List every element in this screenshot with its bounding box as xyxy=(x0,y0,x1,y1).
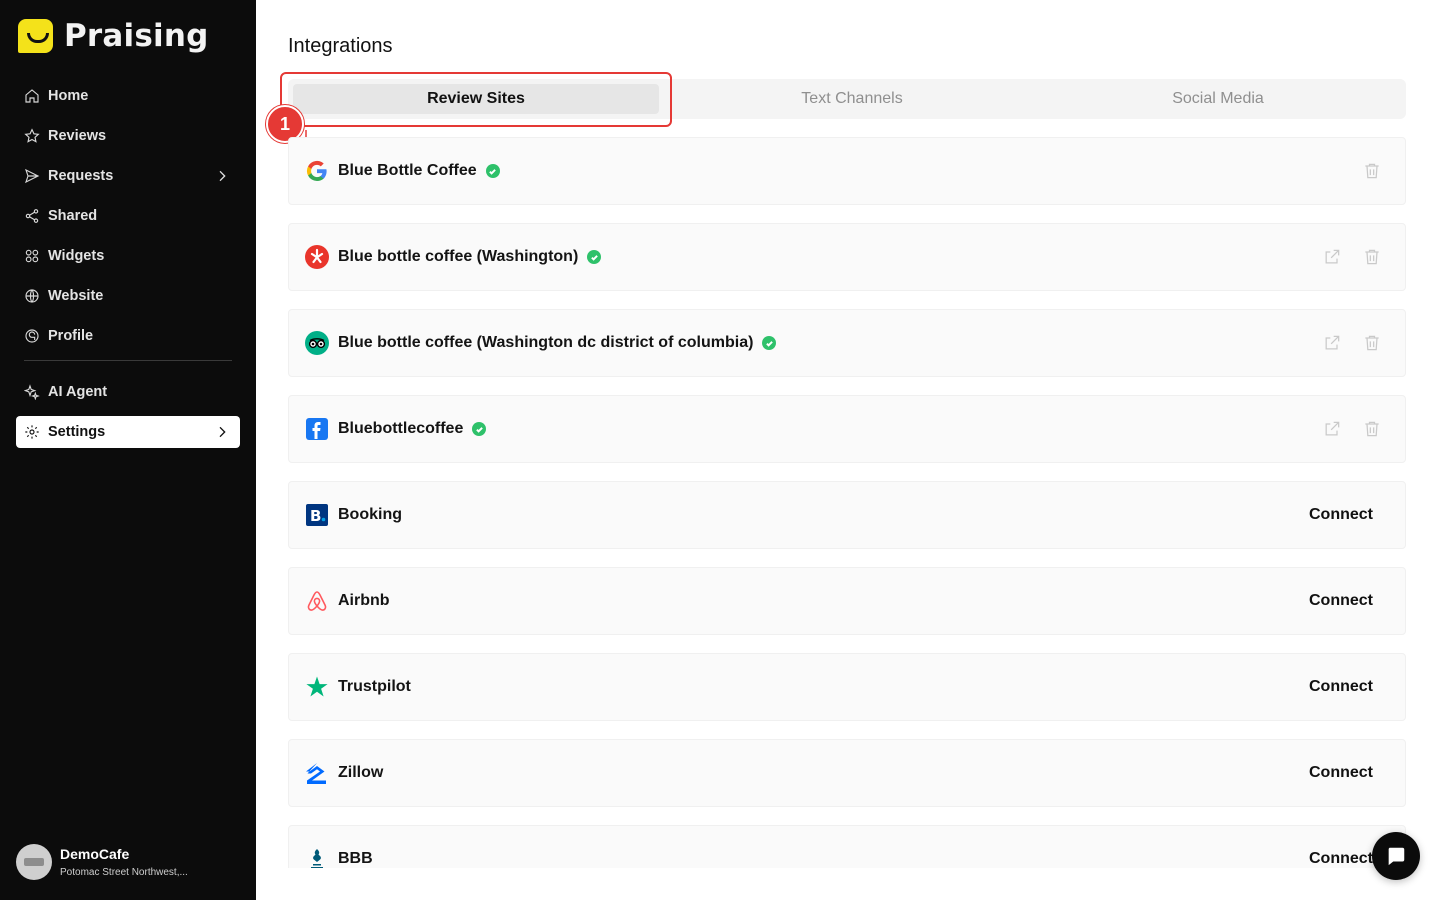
bbb-icon xyxy=(305,847,329,868)
chevron-right-icon xyxy=(214,168,230,184)
integration-name: Airbnb xyxy=(338,592,390,609)
chat-icon xyxy=(1388,847,1405,866)
sparkle-icon xyxy=(24,384,40,400)
account-name: DemoCafe xyxy=(60,846,130,862)
tripadvisor-icon xyxy=(305,331,329,355)
brand-name: Praising xyxy=(64,18,209,54)
account-switcher[interactable]: DemoCafe Potomac Street Northwest,... xyxy=(16,844,240,880)
chat-widget-button[interactable] xyxy=(1372,832,1420,880)
integration-row-bbb: BBB Connect xyxy=(288,825,1406,868)
nav-divider xyxy=(24,360,232,361)
integration-name: Bluebottlecoffee xyxy=(338,420,464,437)
sidebar-item-home[interactable]: Home xyxy=(16,80,240,112)
integration-name: Zillow xyxy=(338,764,384,781)
integration-row-zillow: Zillow Connect xyxy=(288,739,1406,807)
delete-icon[interactable] xyxy=(1361,418,1383,440)
sidebar-item-label: Home xyxy=(48,88,89,104)
delete-icon[interactable] xyxy=(1361,332,1383,354)
gear-icon xyxy=(24,424,40,440)
integration-row-trustpilot: Trustpilot Connect xyxy=(288,653,1406,721)
connect-button-airbnb[interactable]: Connect xyxy=(1309,592,1373,610)
google-icon xyxy=(305,159,329,183)
booking-icon: B xyxy=(305,503,329,527)
integration-name: Blue bottle coffee (Washington) xyxy=(338,248,579,265)
verified-check-icon xyxy=(587,250,602,264)
integration-row-facebook: Bluebottlecoffee xyxy=(288,395,1406,463)
verified-check-icon xyxy=(472,422,487,436)
zillow-icon xyxy=(305,761,329,785)
sidebar: Praising Home Reviews Requests Shared Wi… xyxy=(0,0,256,900)
globe-icon xyxy=(24,288,40,304)
facebook-icon xyxy=(305,417,329,441)
brand[interactable]: Praising xyxy=(18,18,209,54)
trustpilot-icon xyxy=(305,675,329,699)
sidebar-item-label: Reviews xyxy=(48,128,107,144)
avatar xyxy=(16,844,52,880)
connect-button-booking[interactable]: Connect xyxy=(1309,506,1373,524)
share-icon xyxy=(24,208,40,224)
integration-list: Blue Bottle Coffee Blue bottle coffee (W… xyxy=(288,137,1406,868)
chevron-right-icon xyxy=(214,424,230,440)
airbnb-icon xyxy=(305,589,329,613)
connect-button-zillow[interactable]: Connect xyxy=(1309,764,1373,782)
integration-name: Blue Bottle Coffee xyxy=(338,162,477,179)
integration-name: Booking xyxy=(338,506,402,523)
star-icon xyxy=(24,128,40,144)
send-icon xyxy=(24,168,40,184)
widgets-icon xyxy=(24,248,40,264)
main-content: Integrations Review Sites Text Channels … xyxy=(256,0,1440,900)
delete-icon[interactable] xyxy=(1361,246,1383,268)
integration-tabs: Review Sites Text Channels Social Media xyxy=(288,79,1406,119)
sidebar-item-label: AI Agent xyxy=(48,384,108,400)
tab-social-media[interactable]: Social Media xyxy=(1035,84,1401,114)
sidebar-item-profile[interactable]: Profile xyxy=(16,320,240,352)
integration-name: BBB xyxy=(338,850,373,867)
sidebar-item-widgets[interactable]: Widgets xyxy=(16,240,240,272)
sidebar-item-requests[interactable]: Requests xyxy=(16,160,240,192)
tab-text-channels[interactable]: Text Channels xyxy=(669,84,1035,114)
account-address: Potomac Street Northwest,... xyxy=(60,867,188,878)
connect-button-trustpilot[interactable]: Connect xyxy=(1309,678,1373,696)
integration-name: Trustpilot xyxy=(338,678,411,695)
sidebar-item-label: Requests xyxy=(48,168,114,184)
delete-icon[interactable] xyxy=(1361,160,1383,182)
sidebar-item-website[interactable]: Website xyxy=(16,280,240,312)
sidebar-item-settings[interactable]: Settings xyxy=(16,416,240,448)
integration-row-airbnb: Airbnb Connect xyxy=(288,567,1406,635)
svg-text:B: B xyxy=(310,507,321,525)
external-link-icon[interactable] xyxy=(1321,246,1343,268)
sidebar-item-label: Widgets xyxy=(48,248,105,264)
yelp-icon xyxy=(305,245,329,269)
external-link-icon[interactable] xyxy=(1321,332,1343,354)
integration-row-tripadvisor: Blue bottle coffee (Washington dc distri… xyxy=(288,309,1406,377)
page-title: Integrations xyxy=(288,35,393,57)
tab-review-sites[interactable]: Review Sites xyxy=(293,84,659,114)
integration-row-yelp: Blue bottle coffee (Washington) xyxy=(288,223,1406,291)
sidebar-item-shared[interactable]: Shared xyxy=(16,200,240,232)
verified-check-icon xyxy=(485,164,500,178)
connect-button-bbb[interactable]: Connect xyxy=(1309,850,1373,868)
sidebar-item-label: Profile xyxy=(48,328,94,344)
profile-icon xyxy=(24,328,40,344)
sidebar-nav: Home Reviews Requests Shared Widgets Web… xyxy=(16,80,240,456)
integration-row-booking: B Booking Connect xyxy=(288,481,1406,549)
sidebar-item-label: Shared xyxy=(48,208,98,224)
praising-logo-icon xyxy=(18,19,53,53)
home-icon xyxy=(24,88,40,104)
external-link-icon[interactable] xyxy=(1321,418,1343,440)
integration-name: Blue bottle coffee (Washington dc distri… xyxy=(338,334,754,351)
sidebar-item-label: Settings xyxy=(48,424,106,440)
integration-row-google: Blue Bottle Coffee xyxy=(288,137,1406,205)
sidebar-item-reviews[interactable]: Reviews xyxy=(16,120,240,152)
verified-check-icon xyxy=(762,336,777,350)
sidebar-item-ai-agent[interactable]: AI Agent xyxy=(16,376,240,408)
sidebar-item-label: Website xyxy=(48,288,104,304)
